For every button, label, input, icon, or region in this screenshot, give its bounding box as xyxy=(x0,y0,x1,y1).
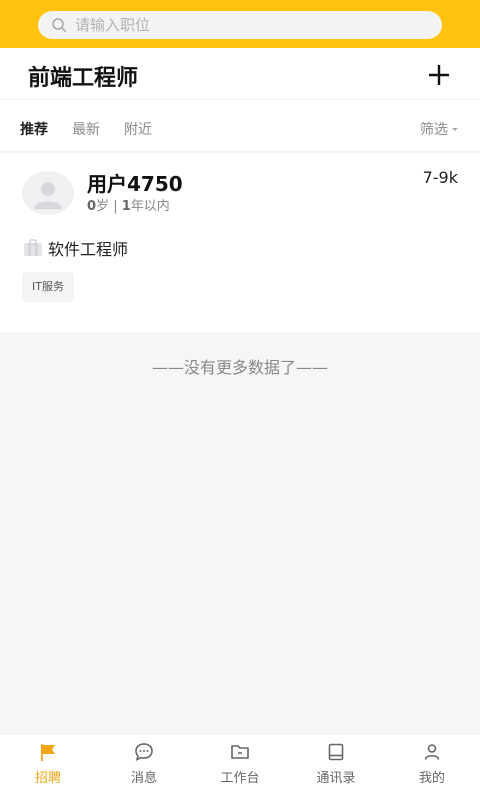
nav-label-contacts: 通讯录 xyxy=(316,771,356,786)
default-avatar-icon xyxy=(34,182,62,209)
industry-tag: IT服务 xyxy=(22,272,74,302)
sort-tabs: 推荐 最新 附近 筛选 xyxy=(0,100,480,152)
top-search-area xyxy=(0,0,480,48)
tab-latest[interactable]: 最新 xyxy=(72,119,100,139)
tab-nearby[interactable]: 附近 xyxy=(124,119,152,139)
chat-icon xyxy=(135,743,153,761)
nav-label-recruit: 招聘 xyxy=(34,771,61,786)
book-icon xyxy=(328,743,344,761)
candidate-salary: 7-9k xyxy=(422,168,458,187)
nav-item-profile[interactable]: 我的 xyxy=(384,742,480,786)
person-icon xyxy=(424,744,440,760)
briefcase-icon xyxy=(24,239,42,256)
title-bar: 前端工程师 xyxy=(0,48,480,100)
age-unit: 岁 xyxy=(96,199,110,214)
list-end-text: ——没有更多数据了—— xyxy=(151,358,328,377)
bottom-nav: 招聘 消息 工作台 通讯录 我的 xyxy=(0,733,480,800)
search-icon xyxy=(52,18,66,32)
flag-icon xyxy=(41,744,55,761)
job-title: 软件工程师 xyxy=(48,240,129,259)
job-row: 软件工程师 xyxy=(22,236,128,260)
add-button[interactable] xyxy=(424,60,454,90)
nav-item-recruit[interactable]: 招聘 xyxy=(0,742,96,786)
tab-recommended[interactable]: 推荐 xyxy=(20,119,48,139)
nav-label-messages: 消息 xyxy=(130,771,157,786)
folder-icon xyxy=(231,745,249,759)
avatar xyxy=(22,171,74,215)
candidate-meta: 0岁 | 1年以内 xyxy=(87,195,170,214)
nav-label-workbench: 工作台 xyxy=(220,771,260,786)
plus-icon xyxy=(429,65,449,85)
search-bar[interactable] xyxy=(38,11,442,39)
candidate-name: 用户4750 xyxy=(87,172,183,196)
filter-label: 筛选 xyxy=(420,122,448,138)
candidate-age: 0 xyxy=(87,199,97,214)
candidate-card[interactable]: 用户4750 0岁 | 1年以内 7-9k 软件工程师 IT服务 xyxy=(0,154,480,332)
page-title: 前端工程师 xyxy=(28,66,139,91)
search-input[interactable] xyxy=(75,16,395,34)
nav-label-profile: 我的 xyxy=(418,771,445,786)
caret-down-icon xyxy=(452,127,458,131)
candidate-experience-text: 年以内 xyxy=(130,199,170,214)
nav-item-contacts[interactable]: 通讯录 xyxy=(288,742,384,786)
candidate-experience-num: 1 xyxy=(121,199,131,214)
nav-item-workbench[interactable]: 工作台 xyxy=(192,742,288,786)
meta-separator: | xyxy=(113,199,118,214)
nav-item-messages[interactable]: 消息 xyxy=(96,742,192,786)
filter-button[interactable]: 筛选 xyxy=(420,119,458,139)
